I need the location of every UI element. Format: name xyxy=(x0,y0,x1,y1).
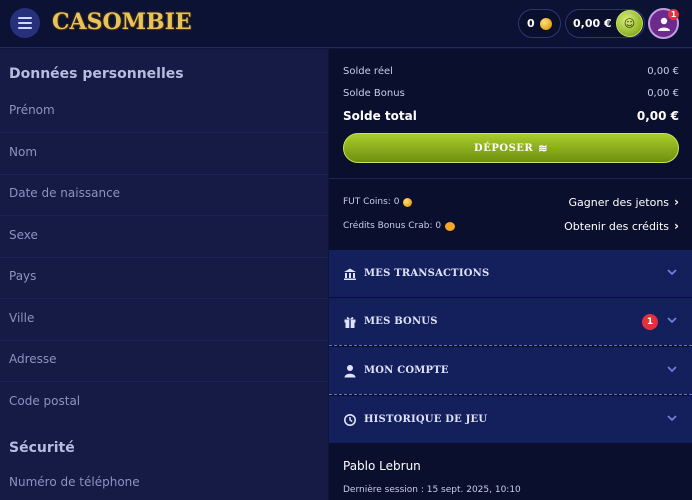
bonus-label: MES BONUS xyxy=(364,316,438,327)
crab-coin-icon xyxy=(445,221,456,231)
account-panel: Solde réel 0,00 € Solde Bonus 0,00 € Sol… xyxy=(329,49,692,500)
chevron-down-icon xyxy=(667,317,677,324)
divider xyxy=(0,215,328,216)
user-name: Pablo Lebrun xyxy=(343,459,421,473)
divider xyxy=(0,174,328,175)
coins-count: 0 xyxy=(527,17,535,30)
divider xyxy=(0,257,328,258)
divider xyxy=(0,298,328,299)
earn-tokens-link[interactable]: Gagner des jetons › xyxy=(568,195,679,209)
crab-credits-info: Crédits Bonus Crab: 0 xyxy=(343,221,456,231)
fut-coins-info: FUT Coins: 0 xyxy=(343,197,413,207)
chevron-right-icon: › xyxy=(674,195,679,209)
dashed-divider xyxy=(329,394,692,395)
field-first-name[interactable]: Prénom xyxy=(9,103,55,117)
total-balance-row: Solde total 0,00 € xyxy=(343,109,679,123)
field-country[interactable]: Pays xyxy=(9,269,36,283)
total-balance-label: Solde total xyxy=(343,109,417,123)
bonus-balance-label: Solde Bonus xyxy=(343,88,405,99)
hamburger-menu-icon[interactable] xyxy=(10,8,40,38)
game-history-label: HISTORIQUE DE JEU xyxy=(364,414,488,425)
fut-coins-label: FUT Coins: 0 xyxy=(343,197,400,207)
bonus-balance-value: 0,00 € xyxy=(647,88,679,99)
top-header: CASOMBIE 0 0,00 € ☺ 1 xyxy=(0,0,692,48)
user-icon xyxy=(343,364,357,378)
crab-credits-label: Crédits Bonus Crab: 0 xyxy=(343,221,442,231)
divider xyxy=(0,132,328,133)
transactions-label: MES TRANSACTIONS xyxy=(364,268,490,279)
gift-icon xyxy=(343,315,357,329)
get-credits-link[interactable]: Obtenir des crédits › xyxy=(564,219,679,233)
total-balance-value: 0,00 € xyxy=(636,109,679,123)
field-birth-date[interactable]: Date de naissance xyxy=(9,186,120,200)
divider xyxy=(329,178,692,179)
field-postal-code[interactable]: Code postal xyxy=(9,394,80,408)
coins-pill[interactable]: 0 xyxy=(518,9,561,38)
logo[interactable]: CASOMBIE xyxy=(52,9,192,35)
chevron-down-icon xyxy=(667,415,677,422)
personal-data-panel: Données personnelles Prénom Nom Date de … xyxy=(0,49,328,500)
divider xyxy=(0,381,328,382)
security-title: Sécurité xyxy=(9,440,75,456)
real-balance-row: Solde réel 0,00 € xyxy=(343,66,679,77)
wallet-icon[interactable]: ☺ xyxy=(616,10,643,37)
deposit-button[interactable]: DÉPOSER ≋ xyxy=(343,133,679,163)
account-label: MON COMPTE xyxy=(364,365,449,376)
accordion-transactions[interactable]: MES TRANSACTIONS xyxy=(329,250,692,297)
coins-stack-icon: ≋ xyxy=(538,141,548,155)
divider xyxy=(0,340,328,341)
field-city[interactable]: Ville xyxy=(9,311,34,325)
personal-data-title: Données personnelles xyxy=(9,66,184,82)
accordion-game-history[interactable]: HISTORIQUE DE JEU xyxy=(329,396,692,443)
chevron-down-icon xyxy=(667,269,677,276)
field-last-name[interactable]: Nom xyxy=(9,145,37,159)
get-credits-label: Obtenir des crédits xyxy=(564,219,670,233)
notification-badge: 1 xyxy=(668,9,679,20)
bank-icon xyxy=(343,267,357,281)
earn-tokens-label: Gagner des jetons xyxy=(568,195,670,209)
real-balance-value: 0,00 € xyxy=(647,66,679,77)
field-address[interactable]: Adresse xyxy=(9,352,57,366)
fut-coins-row: FUT Coins: 0 Gagner des jetons › xyxy=(343,195,679,209)
deposit-label: DÉPOSER xyxy=(474,142,534,154)
last-session: Dernière session : 15 sept. 2025, 10:10 xyxy=(343,485,521,495)
accordion-bonus[interactable]: MES BONUS 1 xyxy=(329,298,692,345)
coin-icon xyxy=(539,17,552,30)
bonus-count-badge: 1 xyxy=(642,314,658,330)
field-phone-number[interactable]: Numéro de téléphone xyxy=(9,475,140,489)
history-icon xyxy=(343,413,357,427)
chevron-down-icon xyxy=(667,366,677,373)
coin-icon xyxy=(403,197,413,207)
field-gender[interactable]: Sexe xyxy=(9,228,38,242)
dashed-divider xyxy=(329,345,692,346)
real-balance-label: Solde réel xyxy=(343,66,393,77)
chevron-right-icon: › xyxy=(674,219,679,233)
accordion-account[interactable]: MON COMPTE xyxy=(329,347,692,394)
crab-credits-row: Crédits Bonus Crab: 0 Obtenir des crédit… xyxy=(343,219,679,233)
balance-pill[interactable]: 0,00 € ☺ xyxy=(565,9,645,38)
balance-value: 0,00 € xyxy=(573,17,612,30)
bonus-balance-row: Solde Bonus 0,00 € xyxy=(343,88,679,99)
